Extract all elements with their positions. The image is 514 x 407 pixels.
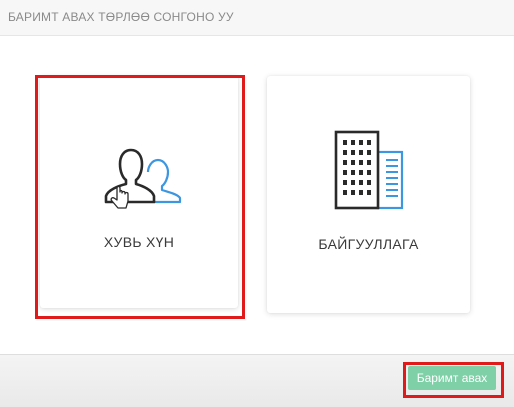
option-person-label: ХУВЬ ХҮН bbox=[103, 234, 175, 250]
option-organization-label: БАЙГУУЛЛАГА bbox=[318, 236, 419, 252]
option-person-card[interactable]: ХУВЬ ХҮН bbox=[40, 76, 238, 308]
options-area: ХУВЬ ХҮН БАЙГУУЛЛАГА bbox=[0, 36, 514, 354]
person-pair-icon bbox=[98, 138, 188, 219]
dialog-header: БАРИМТ АВАХ ТӨРЛӨӨ СОНГОНО УУ bbox=[0, 0, 514, 36]
option-organization-card[interactable]: БАЙГУУЛЛАГА bbox=[267, 76, 470, 313]
dialog-title: БАРИМТ АВАХ ТӨРЛӨӨ СОНГОНО УУ bbox=[8, 10, 234, 24]
get-receipt-button[interactable]: Баримт авах bbox=[408, 366, 496, 390]
building-icon bbox=[330, 128, 410, 217]
